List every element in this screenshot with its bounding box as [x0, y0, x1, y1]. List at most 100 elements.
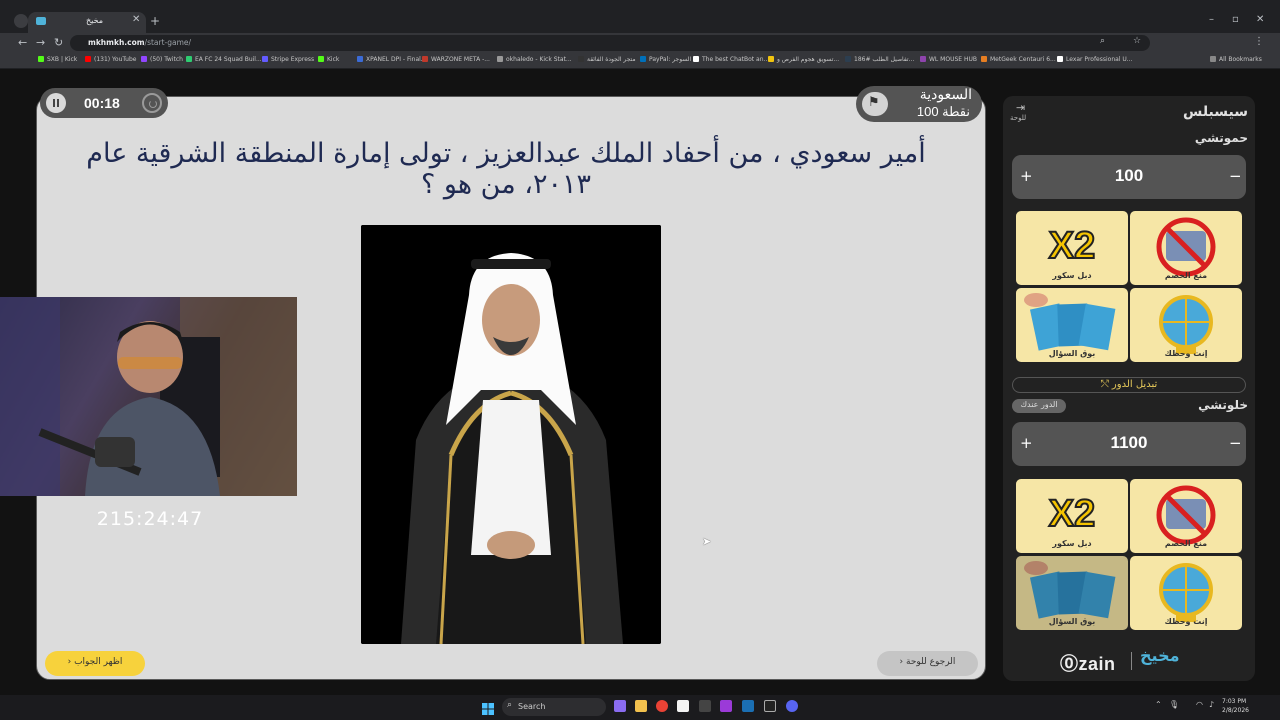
new-tab-icon[interactable]: + — [150, 14, 160, 28]
team2-decrease-button[interactable]: − — [1229, 434, 1242, 452]
reset-timer-icon[interactable] — [142, 93, 162, 113]
bookmark-item[interactable]: Kick — [318, 56, 339, 63]
bookmark-label: EA FC 24 Squad Buil... — [195, 56, 262, 63]
bookmark-favicon-icon — [85, 56, 91, 62]
bookmark-item[interactable]: تسويق هجوم الفرص و... — [768, 56, 839, 63]
reload-icon[interactable]: ↻ — [54, 36, 63, 49]
back-to-board-label: الرجوع للوحة ‹ — [899, 657, 956, 667]
team1-double-score-label: دبل سكور — [1052, 271, 1092, 280]
forward-arrow-icon[interactable]: → — [36, 36, 45, 49]
board-link-label[interactable]: للوحة — [1010, 114, 1026, 122]
copilot-icon[interactable] — [614, 700, 626, 712]
address-url: mkhmkh.com/start-game/ — [88, 38, 192, 47]
taskbar-time[interactable]: 7:03 PM — [1222, 698, 1246, 705]
browser-tab-bar — [0, 0, 1280, 33]
windows-start-icon[interactable] — [482, 700, 494, 715]
minimize-icon[interactable]: – — [1209, 14, 1214, 25]
team1-score: 100 — [1114, 166, 1144, 185]
bookmark-favicon-icon — [422, 56, 428, 62]
tab-favicon-icon — [36, 17, 46, 25]
bookmark-item[interactable]: XPANEL DPI - Final... — [357, 56, 427, 63]
chrome-icon[interactable] — [656, 700, 668, 712]
bookmark-item[interactable]: EA FC 24 Squad Buil... — [186, 56, 262, 63]
bookmark-label: XPANEL DPI - Final... — [366, 56, 427, 63]
bookmark-item[interactable]: Stripe Express — [262, 56, 314, 63]
volume-icon[interactable]: ♪ — [1209, 700, 1214, 709]
bookmark-favicon-icon — [357, 56, 363, 62]
app-icon[interactable] — [764, 700, 776, 712]
discord-icon[interactable] — [786, 700, 798, 712]
bookmark-favicon-icon — [578, 56, 584, 62]
bookmark-item[interactable]: okhaledo - Kick Stat... — [497, 56, 572, 63]
team2-question-horn-label: بوق السؤال — [1048, 617, 1096, 626]
team1-name: حموتشي — [1194, 131, 1248, 145]
tray-chevron-icon[interactable]: ⌃ — [1155, 700, 1162, 709]
close-window-icon[interactable]: ✕ — [1256, 14, 1264, 25]
notepad-icon[interactable] — [677, 700, 689, 712]
mic-icon[interactable]: 🎙 — [1169, 700, 1179, 709]
bookmark-label: متجر الجودة الفائقة — [587, 56, 636, 63]
bookmark-item[interactable]: (50) Twitch — [141, 56, 183, 63]
bookmark-item[interactable]: SXB | Kick — [38, 56, 77, 63]
webcam-overlay — [0, 297, 297, 496]
zoom-icon[interactable]: ⌕ — [1100, 36, 1105, 46]
bookmark-item[interactable]: PayPal: السوجر — [640, 56, 691, 63]
bookmark-favicon-icon — [186, 56, 192, 62]
wifi-icon[interactable]: ◠ — [1196, 700, 1203, 709]
bookmark-favicon-icon — [981, 56, 987, 62]
maximize-icon[interactable]: ▫ — [1232, 14, 1239, 25]
all-bookmarks-link[interactable]: All Bookmarks — [1210, 56, 1262, 63]
taskbar-date[interactable]: 2/8/2026 — [1222, 707, 1249, 714]
bookmark-item[interactable]: WARZONE META -... — [422, 56, 490, 63]
team1-decrease-button[interactable]: − — [1229, 167, 1242, 185]
bookmark-favicon-icon — [845, 56, 851, 62]
team2-block-opponent-label: منع الخصم — [1164, 539, 1208, 548]
bookmark-favicon-icon — [262, 56, 268, 62]
bookmark-label: (50) Twitch — [150, 56, 183, 63]
file-explorer-icon[interactable] — [635, 700, 647, 712]
team2-name: خلوتشي — [1198, 398, 1248, 412]
bookmark-favicon-icon — [497, 56, 503, 62]
bookmark-item[interactable]: The best ChatBot an... — [693, 56, 769, 63]
switch-turn-label: تبديل الدور ⤲ — [1100, 379, 1158, 390]
bookmark-favicon-icon — [640, 56, 646, 62]
zain-logo: ⓪zain — [1060, 654, 1116, 674]
bookmark-star-icon[interactable]: ☆ — [1133, 36, 1141, 46]
stream-clock: 215:24:47 — [96, 508, 204, 530]
bookmark-item[interactable]: متجر الجودة الفائقة — [578, 56, 636, 63]
media-app-icon[interactable] — [720, 700, 732, 712]
bookmark-item[interactable]: Lexar Professional U... — [1057, 56, 1133, 63]
bookmark-favicon-icon — [768, 56, 774, 62]
obs-icon[interactable] — [699, 700, 711, 712]
bookmark-label: تفاصيل الطلب #186... — [854, 56, 915, 63]
bookmark-item[interactable]: (131) YouTube — [85, 56, 136, 63]
search-icon: ⌕ — [507, 700, 513, 710]
bookmark-favicon-icon — [141, 56, 147, 62]
back-arrow-icon[interactable]: ← — [18, 36, 27, 49]
turn-badge-label: الدور عندك — [1020, 400, 1058, 409]
team2-score: 1100 — [1110, 433, 1148, 452]
exit-to-board-icon[interactable]: ⇥ — [1016, 101, 1025, 114]
team1-block-opponent-label: منع الخصم — [1164, 271, 1208, 280]
team2-luck-wheel-label: إنت وحظك — [1164, 617, 1208, 626]
flag-icon: ⚑ — [868, 95, 880, 110]
bookmark-label: (131) YouTube — [94, 56, 137, 63]
tab-search-button[interactable] — [14, 14, 28, 28]
svg-text:X2: X2 — [1049, 225, 1095, 267]
question-points: 100 نقطة — [916, 104, 970, 119]
pause-icon[interactable] — [46, 93, 66, 113]
bookmark-item[interactable]: تفاصيل الطلب #186... — [845, 56, 914, 63]
tab-title: مخيخ — [86, 16, 104, 25]
team1-question-horn-label: بوق السؤال — [1048, 349, 1096, 358]
taskbar-search-label: Search — [518, 702, 546, 711]
steam-icon[interactable] — [742, 700, 754, 712]
team2-double-score-label: دبل سكور — [1052, 539, 1092, 548]
tab-close-icon[interactable]: ✕ — [132, 14, 140, 25]
bookmark-item[interactable]: WL MOUSE HUB — [920, 56, 977, 63]
bookmark-label: Lexar Professional U... — [1066, 56, 1133, 63]
menu-dots-icon[interactable]: ⋮ — [1254, 36, 1264, 47]
address-bar[interactable] — [70, 35, 1150, 51]
bookmark-favicon-icon — [38, 56, 44, 62]
bookmark-favicon-icon — [1057, 56, 1063, 62]
bookmark-item[interactable]: MetGeek Centauri 6... — [981, 56, 1056, 63]
